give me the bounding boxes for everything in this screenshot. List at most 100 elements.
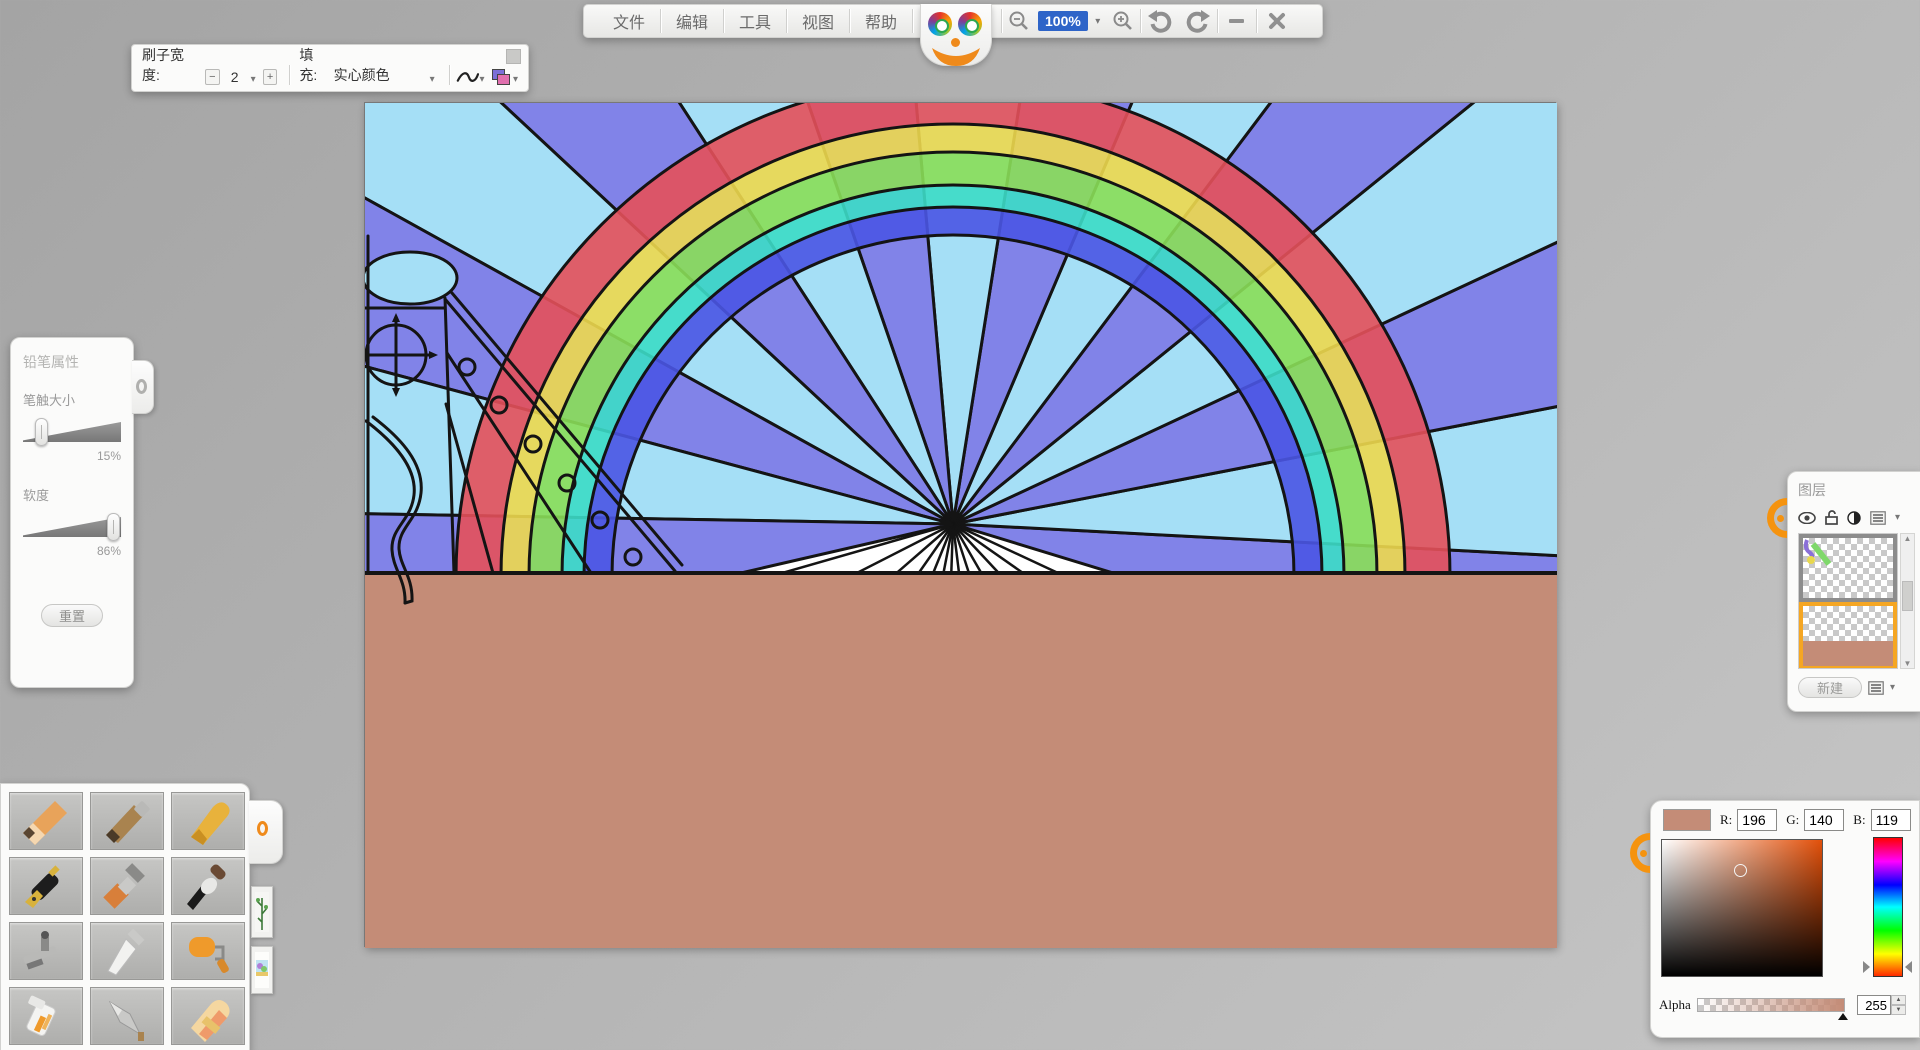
redo-button[interactable] (1179, 5, 1217, 37)
scroll-thumb[interactable] (1902, 581, 1913, 611)
menu-help[interactable]: 帮助 (850, 5, 912, 37)
tool-ink-brush-icon (177, 858, 239, 914)
stroke-size-handle[interactable] (35, 418, 48, 446)
mascot-left-eye-icon[interactable] (928, 12, 952, 36)
tool-pencil[interactable] (9, 792, 83, 850)
color-panel-tab[interactable] (1630, 833, 1651, 879)
layer-lock-icon[interactable] (1825, 510, 1838, 525)
hue-marker-left[interactable] (1863, 961, 1870, 973)
tool-airbrush[interactable] (9, 922, 83, 980)
pencil-panel-tab[interactable] (132, 360, 154, 414)
menu-file[interactable]: 文件 (598, 5, 660, 37)
layers-options-caret[interactable]: ▾ (1890, 682, 1895, 693)
tool-palette-knife-icon (96, 923, 158, 979)
tool-paint-roller[interactable] (171, 922, 245, 980)
b-input[interactable] (1871, 809, 1911, 831)
toolbar-grip[interactable] (506, 49, 521, 64)
picture-stamp-tab[interactable] (251, 946, 273, 994)
alpha-up-button[interactable]: ▲ (1891, 995, 1906, 1005)
minimize-button[interactable] (1218, 5, 1256, 37)
brush-options-toolbar: 刷子宽度: − 2 ▾ + 填充: 实心颜色 ▾ ▾ ▾ (131, 44, 529, 92)
menu-edit[interactable]: 编辑 (661, 5, 723, 37)
tool-dart-brush[interactable] (90, 987, 164, 1045)
tool-paint-roller-icon (177, 923, 239, 979)
canvas[interactable] (365, 103, 1557, 948)
reset-button[interactable]: 重置 (41, 604, 103, 627)
layers-bottom-bar: 新建 ▾ (1798, 669, 1916, 698)
tool-flat-brush[interactable] (90, 857, 164, 915)
stroke-style-caret[interactable]: ▾ (479, 74, 484, 85)
layers-panel-title: 图层 (1798, 480, 1916, 500)
tool-paint-tube-icon (15, 988, 77, 1044)
softness-handle[interactable] (107, 513, 120, 541)
tool-charcoal-pencil[interactable] (90, 792, 164, 850)
fill-value[interactable]: 实心颜色 (334, 65, 430, 85)
layer-menu-icon[interactable] (1870, 511, 1886, 525)
plant-stamp-tab[interactable] (251, 886, 273, 938)
undo-button[interactable] (1141, 5, 1179, 37)
canvas-area (364, 102, 1556, 947)
tools-grid (9, 792, 241, 1045)
hue-marker-right[interactable] (1905, 961, 1912, 973)
brush-width-caret[interactable]: ▾ (251, 74, 256, 85)
g-input[interactable] (1804, 809, 1844, 831)
layer-visibility-icon[interactable] (1798, 512, 1816, 524)
alpha-gradient (1698, 999, 1844, 1011)
brush-width-increase-button[interactable]: + (263, 69, 278, 85)
tool-airbrush-icon (15, 923, 77, 979)
brush-width-decrease-button[interactable]: − (205, 69, 220, 85)
tool-fountain-pen[interactable] (9, 857, 83, 915)
layer-blend-icon[interactable] (1847, 511, 1861, 525)
r-input[interactable] (1737, 809, 1777, 831)
stroke-style-icon[interactable] (456, 69, 480, 85)
layer-item-sketch[interactable] (1799, 534, 1897, 602)
stroke-size-label: 笔触大小 (23, 390, 121, 409)
softness-slider[interactable] (23, 514, 121, 540)
brush-width-value[interactable]: 2 (223, 69, 247, 85)
scroll-up-icon[interactable]: ▲ (1904, 534, 1912, 543)
tool-eraser[interactable] (171, 987, 245, 1045)
current-color-swatch (1663, 809, 1711, 831)
tool-paint-tube[interactable] (9, 987, 83, 1045)
zoom-dropdown-caret[interactable]: ▾ (1090, 5, 1106, 37)
scroll-down-icon[interactable]: ▼ (1904, 659, 1912, 668)
sv-cursor[interactable] (1734, 864, 1747, 877)
new-layer-button[interactable]: 新建 (1798, 677, 1862, 698)
picture-stamp-icon (255, 952, 269, 988)
zoom-in-icon (1112, 10, 1134, 32)
fill-color-icon[interactable] (492, 69, 509, 85)
alpha-down-button[interactable]: ▼ (1891, 1005, 1906, 1015)
layer-menu-caret[interactable]: ▾ (1895, 512, 1900, 523)
layers-panel-tab[interactable] (1767, 498, 1788, 544)
mascot-right-eye-icon[interactable] (958, 12, 982, 36)
saturation-value-box[interactable] (1661, 839, 1823, 977)
tool-palette-knife[interactable] (90, 922, 164, 980)
layer-item-color[interactable] (1799, 602, 1897, 669)
tool-charcoal-pencil-icon (96, 793, 158, 849)
fill-color-caret[interactable]: ▾ (513, 74, 518, 85)
close-button[interactable] (1257, 5, 1297, 37)
tools-panel-tab[interactable] (249, 800, 283, 864)
stroke-size-slider[interactable] (23, 419, 121, 445)
hue-strip[interactable] (1873, 837, 1903, 977)
g-label: G: (1786, 812, 1799, 828)
menu-tools[interactable]: 工具 (724, 5, 786, 37)
r-label: R: (1720, 812, 1732, 828)
layers-options-icon[interactable] (1868, 681, 1884, 695)
alpha-marker[interactable] (1838, 1013, 1848, 1020)
tool-crayon[interactable] (171, 792, 245, 850)
layer-color-thumbnail (1803, 641, 1893, 666)
layers-panel: 图层 ▾ (1787, 471, 1920, 712)
tool-crayon-icon (177, 793, 239, 849)
layer-toolbar: ▾ (1798, 510, 1916, 525)
fill-caret[interactable]: ▾ (430, 74, 435, 85)
tool-ink-brush[interactable] (171, 857, 245, 915)
zoom-level-field[interactable]: 100% (1038, 11, 1088, 31)
alpha-input[interactable] (1857, 995, 1891, 1015)
zoom-out-button[interactable] (1002, 5, 1036, 37)
layer-scrollbar[interactable]: ▲ ▼ (1900, 533, 1915, 669)
zoom-in-button[interactable] (1106, 5, 1140, 37)
alpha-slider[interactable] (1697, 998, 1845, 1012)
mascot-clown[interactable] (920, 4, 992, 66)
menu-view[interactable]: 视图 (787, 5, 849, 37)
